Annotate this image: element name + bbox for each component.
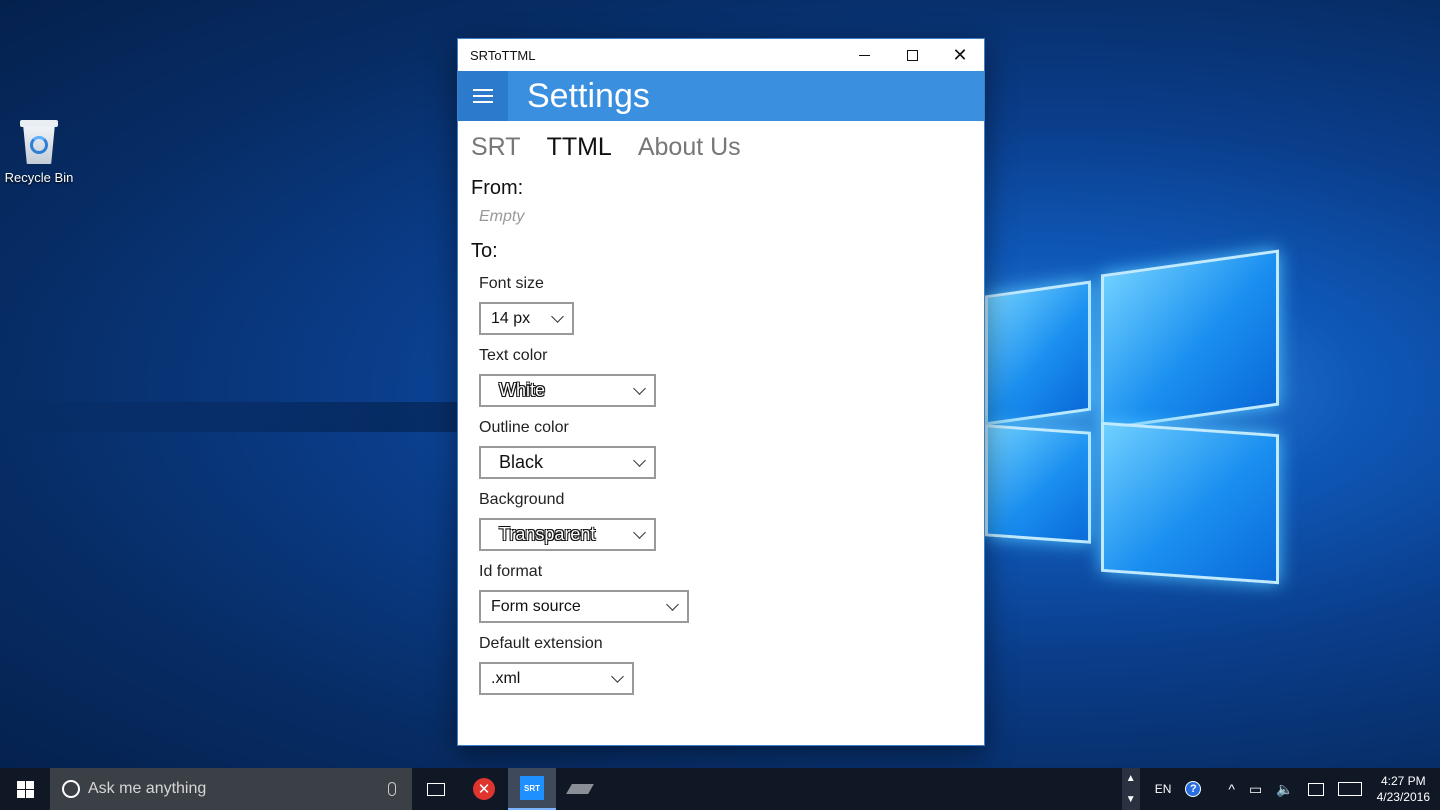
chevron-down-icon <box>633 453 646 467</box>
field-default-extension: Default extension .xml <box>471 635 984 695</box>
from-value: Empty <box>479 208 525 225</box>
clock-date: 4/23/2016 <box>1376 790 1430 804</box>
id-format-dropdown[interactable]: Form source <box>479 590 689 623</box>
volume-button[interactable]: 🔈 <box>1269 781 1300 798</box>
chevron-down-icon <box>666 597 679 611</box>
chevron-down-icon <box>633 381 646 395</box>
app-window: SRToTTML ✕ Settings SRT TTML About Us Fr… <box>457 38 985 746</box>
field-outline-color: Outline color Black <box>471 419 984 479</box>
tab-about-us[interactable]: About Us <box>638 133 741 171</box>
page-title: Settings <box>527 76 650 115</box>
field-text-color: Text color White <box>471 347 984 407</box>
id-format-value: Form source <box>491 597 581 615</box>
logo-pane <box>1101 249 1279 431</box>
minimize-button[interactable] <box>840 39 888 71</box>
action-center-icon <box>1307 782 1324 796</box>
hamburger-icon-line <box>473 101 493 103</box>
default-extension-value: .xml <box>491 669 521 687</box>
gray-app-icon <box>566 784 594 794</box>
chevron-down-icon[interactable]: ▼ <box>1126 794 1136 805</box>
background-label: Background <box>479 491 565 508</box>
chevron-up-icon: ^ <box>1228 781 1235 797</box>
settings-content: From: Empty To: Font size 14 px Text col… <box>458 171 984 695</box>
network-icon: ▭ <box>1248 780 1263 797</box>
maximize-button[interactable] <box>888 39 936 71</box>
volume-icon: 🔈 <box>1276 780 1294 797</box>
field-background: Background Transparent <box>471 491 984 551</box>
logo-pane <box>1101 421 1279 585</box>
outline-color-value: Black <box>499 452 544 472</box>
srt-app-icon: SRT <box>520 776 544 800</box>
error-app-icon: ✕ <box>473 778 495 800</box>
show-hidden-icons-button[interactable]: ^ <box>1208 781 1242 797</box>
chevron-up-icon[interactable]: ▲ <box>1126 773 1136 784</box>
start-button[interactable] <box>0 768 50 810</box>
touch-keyboard-button[interactable] <box>1331 782 1369 796</box>
chevron-down-icon <box>551 309 564 323</box>
hamburger-icon-line <box>473 95 493 97</box>
background-value: Transparent <box>499 524 596 544</box>
pivot-tabs: SRT TTML About Us <box>458 121 984 171</box>
tab-ttml[interactable]: TTML <box>547 133 612 171</box>
default-extension-dropdown[interactable]: .xml <box>479 662 634 695</box>
chevron-down-icon <box>633 525 646 539</box>
close-button[interactable]: ✕ <box>936 39 984 71</box>
cortana-icon <box>62 780 80 798</box>
windows-logo-wallpaper <box>985 249 1285 592</box>
desktop-icon-recycle-bin[interactable]: Recycle Bin <box>4 118 74 185</box>
title-bar[interactable]: SRToTTML ✕ <box>458 39 984 71</box>
clock-time: 4:27 PM <box>1380 774 1426 788</box>
field-id-format: Id format Form source <box>471 563 984 623</box>
window-controls: ✕ <box>840 39 984 71</box>
logo-pane <box>985 424 1091 544</box>
taskbar-app-srttottml[interactable]: SRT <box>508 768 556 810</box>
cortana-search-box[interactable]: Ask me anything <box>50 768 412 810</box>
maximize-icon <box>906 49 918 61</box>
app-header: Settings <box>458 71 984 121</box>
system-tray: ▲ ▼ EN ? ^ ▭ 🔈 4:27 PM 4/23/2016 <box>1121 768 1440 810</box>
outline-color-label: Outline color <box>479 419 569 436</box>
taskbar-app-error[interactable]: ✕ <box>460 768 508 810</box>
from-heading: From: <box>471 177 524 199</box>
help-button[interactable]: ? <box>1178 781 1208 797</box>
text-color-value: White <box>499 380 546 400</box>
font-size-value: 14 px <box>491 309 531 327</box>
background-dropdown[interactable]: Transparent <box>479 518 656 551</box>
outline-color-dropdown[interactable]: Black <box>479 446 656 479</box>
taskbar-scroll-buttons[interactable]: ▲ ▼ <box>1121 768 1140 810</box>
tab-srt[interactable]: SRT <box>471 133 521 171</box>
logo-pane <box>985 280 1091 426</box>
hamburger-menu-button[interactable] <box>458 71 508 121</box>
keyboard-icon <box>1337 782 1362 796</box>
default-extension-label: Default extension <box>479 635 603 652</box>
font-size-label: Font size <box>479 275 544 292</box>
taskbar-app-gray[interactable] <box>556 768 604 810</box>
hamburger-icon-line <box>473 89 493 91</box>
search-placeholder: Ask me anything <box>88 780 207 797</box>
network-button[interactable]: ▭ <box>1242 781 1269 798</box>
language-label: EN <box>1154 782 1172 796</box>
close-icon: ✕ <box>952 45 968 65</box>
language-indicator[interactable]: EN <box>1148 782 1179 796</box>
taskbar: Ask me anything ✕ SRT ▲ ▼ EN ? ^ ▭ 🔈 4:2… <box>0 768 1440 810</box>
windows-start-icon <box>16 780 34 798</box>
help-icon: ? <box>1185 781 1202 797</box>
window-title: SRToTTML <box>470 47 536 63</box>
field-font-size: Font size 14 px <box>471 275 984 335</box>
text-color-dropdown[interactable]: White <box>479 374 656 407</box>
microphone-icon[interactable] <box>388 782 396 796</box>
to-heading: To: <box>471 240 498 262</box>
recycle-bin-icon <box>19 118 59 164</box>
action-center-button[interactable] <box>1301 782 1331 796</box>
desktop-icon-label: Recycle Bin <box>4 170 74 185</box>
chevron-down-icon <box>611 669 624 683</box>
clock[interactable]: 4:27 PM 4/23/2016 <box>1369 773 1440 805</box>
id-format-label: Id format <box>479 563 543 580</box>
text-color-label: Text color <box>479 347 548 364</box>
task-view-button[interactable] <box>412 768 460 810</box>
font-size-dropdown[interactable]: 14 px <box>479 302 574 335</box>
minimize-icon <box>858 54 870 56</box>
task-view-icon <box>427 782 445 796</box>
